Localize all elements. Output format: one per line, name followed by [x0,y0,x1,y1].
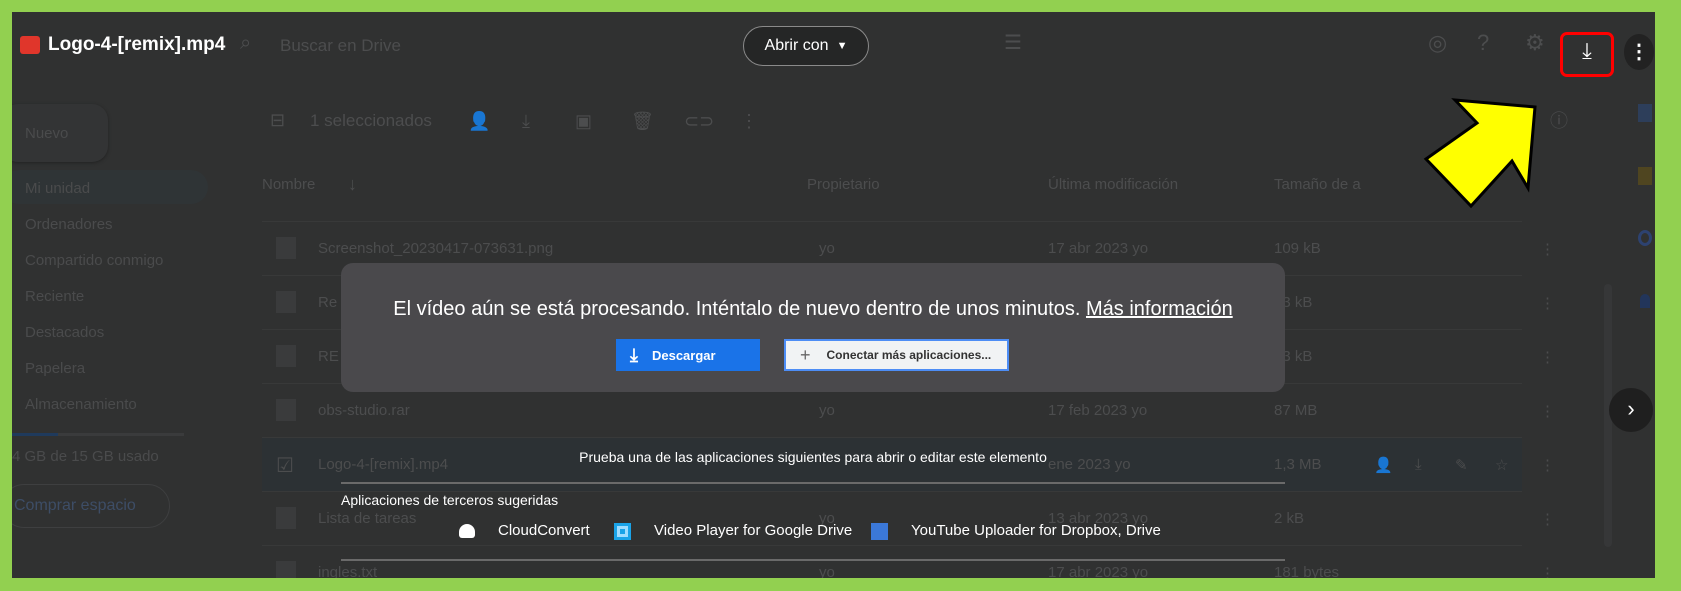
arrow-shape [1423,98,1537,209]
yellow-arrow-annotation [1423,98,1537,209]
